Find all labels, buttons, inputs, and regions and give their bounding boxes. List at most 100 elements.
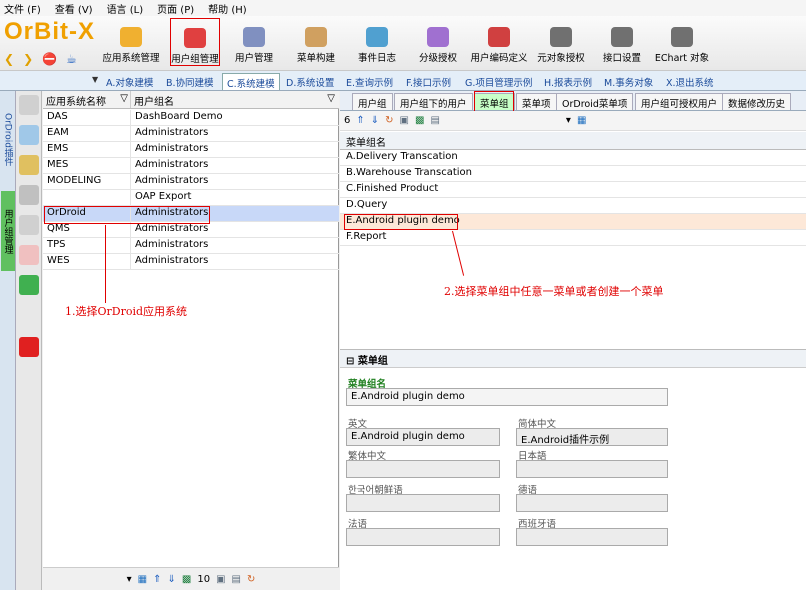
menu-page[interactable]: 页面 (P) (157, 1, 194, 16)
column-header-app[interactable]: 应用系统名称 ▽ (43, 91, 131, 108)
forward-icon[interactable]: ❯ (23, 52, 33, 66)
tab-exit-system[interactable]: X.退出系统 (662, 73, 718, 90)
simplified-chinese-field[interactable]: E.Android插件示例 (516, 428, 668, 446)
table-row[interactable]: MES Administrators (43, 158, 339, 174)
sort-asc-icon[interactable]: ⇑ (153, 574, 161, 585)
copy-icon[interactable] (19, 125, 39, 145)
list-item[interactable]: D.Query (340, 198, 806, 214)
table-row[interactable]: TPS Administrators (43, 238, 339, 254)
menu-group-column-header[interactable]: 菜单组名 (340, 132, 806, 150)
tab-object-modeling[interactable]: A.对象建模 (102, 73, 157, 90)
grid-icon[interactable]: ▣ (216, 574, 225, 585)
tab-menu-item[interactable]: 菜单项 (516, 93, 557, 110)
menu-help[interactable]: 帮助 (H) (208, 1, 247, 16)
event-log-button[interactable]: 事件日志 (355, 20, 399, 64)
list-item[interactable]: A.Delivery Transcation (340, 150, 806, 166)
list-item[interactable]: F.Report (340, 230, 806, 246)
dropdown-icon[interactable]: ▾ (127, 574, 132, 585)
interface-settings-button[interactable]: 接口设置 (600, 20, 644, 64)
refresh-icon[interactable]: ↻ (385, 115, 393, 126)
spanish-field[interactable] (516, 528, 668, 546)
table-row[interactable]: EAM Administrators (43, 126, 339, 142)
level-auth-button[interactable]: 分级授权 (416, 20, 460, 64)
sort-asc-icon[interactable]: ⇑ (356, 115, 364, 126)
user-code-button[interactable]: 用户编码定义 (470, 20, 528, 64)
grid-icon[interactable]: ▣ (400, 115, 409, 126)
refresh-icon[interactable]: ↻ (247, 574, 255, 585)
table-row[interactable]: MODELING Administrators (43, 174, 339, 190)
gear-icon (120, 27, 142, 47)
filter-icon[interactable]: ▽ (120, 93, 128, 104)
tab-report-example[interactable]: H.报表示例 (540, 73, 596, 90)
cube-icon (611, 27, 633, 47)
user-manage-button[interactable]: 用户管理 (232, 20, 276, 64)
menu-build-button[interactable]: 菜单构建 (294, 20, 338, 64)
menu-view[interactable]: 查看 (V) (55, 1, 93, 16)
sort-desc-icon[interactable]: ⇓ (371, 115, 379, 126)
menu-icon (305, 27, 327, 47)
document-icon[interactable] (19, 95, 39, 115)
back-icon[interactable]: ❮ (4, 52, 14, 66)
tab-group-users[interactable]: 用户组下的用户 (394, 93, 473, 110)
tab-project-example[interactable]: G.项目管理示例 (461, 73, 536, 90)
meta-object-auth-button[interactable]: 元对象授权 (536, 20, 586, 64)
german-field[interactable] (516, 494, 668, 512)
table-row[interactable]: OAP Export (43, 190, 339, 206)
annotation-step1: 1.选择OrDroid应用系统 (65, 305, 188, 318)
arrow-line (105, 225, 106, 303)
table-icon[interactable]: ▤ (430, 115, 439, 126)
save-icon[interactable] (19, 185, 39, 205)
menu-language[interactable]: 语言 (L) (107, 1, 144, 16)
sheet-icon[interactable]: ▩ (182, 574, 191, 585)
menu-file[interactable]: 文件 (F) (4, 1, 41, 16)
tab-modification-history[interactable]: 数据修改历史 (722, 93, 792, 110)
name-field[interactable]: E.Android plugin demo (346, 388, 668, 406)
delete-icon[interactable] (19, 245, 39, 265)
tab-system-modeling[interactable]: C.系统建模 (222, 73, 280, 90)
korean-field[interactable] (346, 494, 500, 512)
echart-object-button[interactable]: EChart 对象 (654, 20, 710, 64)
book-icon (488, 27, 510, 47)
tab-system-settings[interactable]: D.系统设置 (282, 73, 338, 90)
tab-collapse-icon[interactable]: ▼ (92, 75, 98, 84)
list-item[interactable]: B.Warehouse Transcation (340, 166, 806, 182)
stop-icon[interactable]: ⛔ (42, 52, 57, 66)
collapse-icon[interactable]: ⊟ (346, 356, 354, 367)
traditional-chinese-field[interactable] (346, 460, 500, 478)
japanese-field[interactable] (516, 460, 668, 478)
check-icon[interactable] (19, 215, 39, 235)
table-icon[interactable]: ▤ (232, 574, 241, 585)
tab-collab-modeling[interactable]: B.协同建模 (162, 73, 218, 90)
english-field[interactable]: E.Android plugin demo (346, 428, 500, 446)
detail-tab-bar: 用户组 用户组下的用户 菜单组 菜单项 OrDroid菜单项 用户组可授权用户 … (340, 91, 806, 113)
main-toolbar: OrBit-X ❮ ❯ ⛔ ☕ 应用系统管理 用户组管理 用户管理 菜单构建 事… (0, 16, 806, 71)
table-row[interactable]: EMS Administrators (43, 142, 339, 158)
tab-interface-example[interactable]: F.接口示例 (402, 73, 455, 90)
tab-ordroid-menu-item[interactable]: OrDroid菜单项 (556, 93, 634, 110)
filter-icon[interactable]: ▽ (327, 93, 335, 104)
user-group-button[interactable]: 用户组管理 (170, 18, 220, 66)
table-row[interactable]: QMS Administrators (43, 222, 339, 238)
sheet-icon[interactable]: ▩ (415, 115, 424, 126)
side-tab-user-group[interactable]: 用户组管理 (1, 191, 15, 271)
table-row[interactable]: DAS DashBoard Demo (43, 110, 339, 126)
app-system-button[interactable]: 应用系统管理 (102, 20, 160, 64)
dropdown-icon[interactable]: ▾ (566, 115, 571, 126)
side-tab-ordroid[interactable]: OrDroid插件 (1, 97, 15, 181)
tab-query-example[interactable]: E.查询示例 (342, 73, 397, 90)
column-header-group[interactable]: 用户组名 ▽ (131, 91, 339, 108)
export-icon[interactable]: ▦ (577, 115, 586, 126)
export-icon[interactable]: ▦ (138, 574, 147, 585)
refresh-icon[interactable] (19, 275, 39, 295)
french-field[interactable] (346, 528, 500, 546)
logo-nav: ❮ ❯ ⛔ ☕ (4, 52, 77, 66)
table-row[interactable]: WES Administrators (43, 254, 339, 270)
power-icon[interactable] (19, 337, 39, 357)
home-icon[interactable]: ☕ (66, 52, 77, 66)
sort-desc-icon[interactable]: ⇓ (168, 574, 176, 585)
tab-user-group[interactable]: 用户组 (352, 93, 393, 110)
edit-icon[interactable] (19, 155, 39, 175)
tab-authorizable-users[interactable]: 用户组可授权用户 (635, 93, 724, 110)
list-item[interactable]: C.Finished Product (340, 182, 806, 198)
tab-transaction-object[interactable]: M.事务对象 (600, 73, 657, 90)
